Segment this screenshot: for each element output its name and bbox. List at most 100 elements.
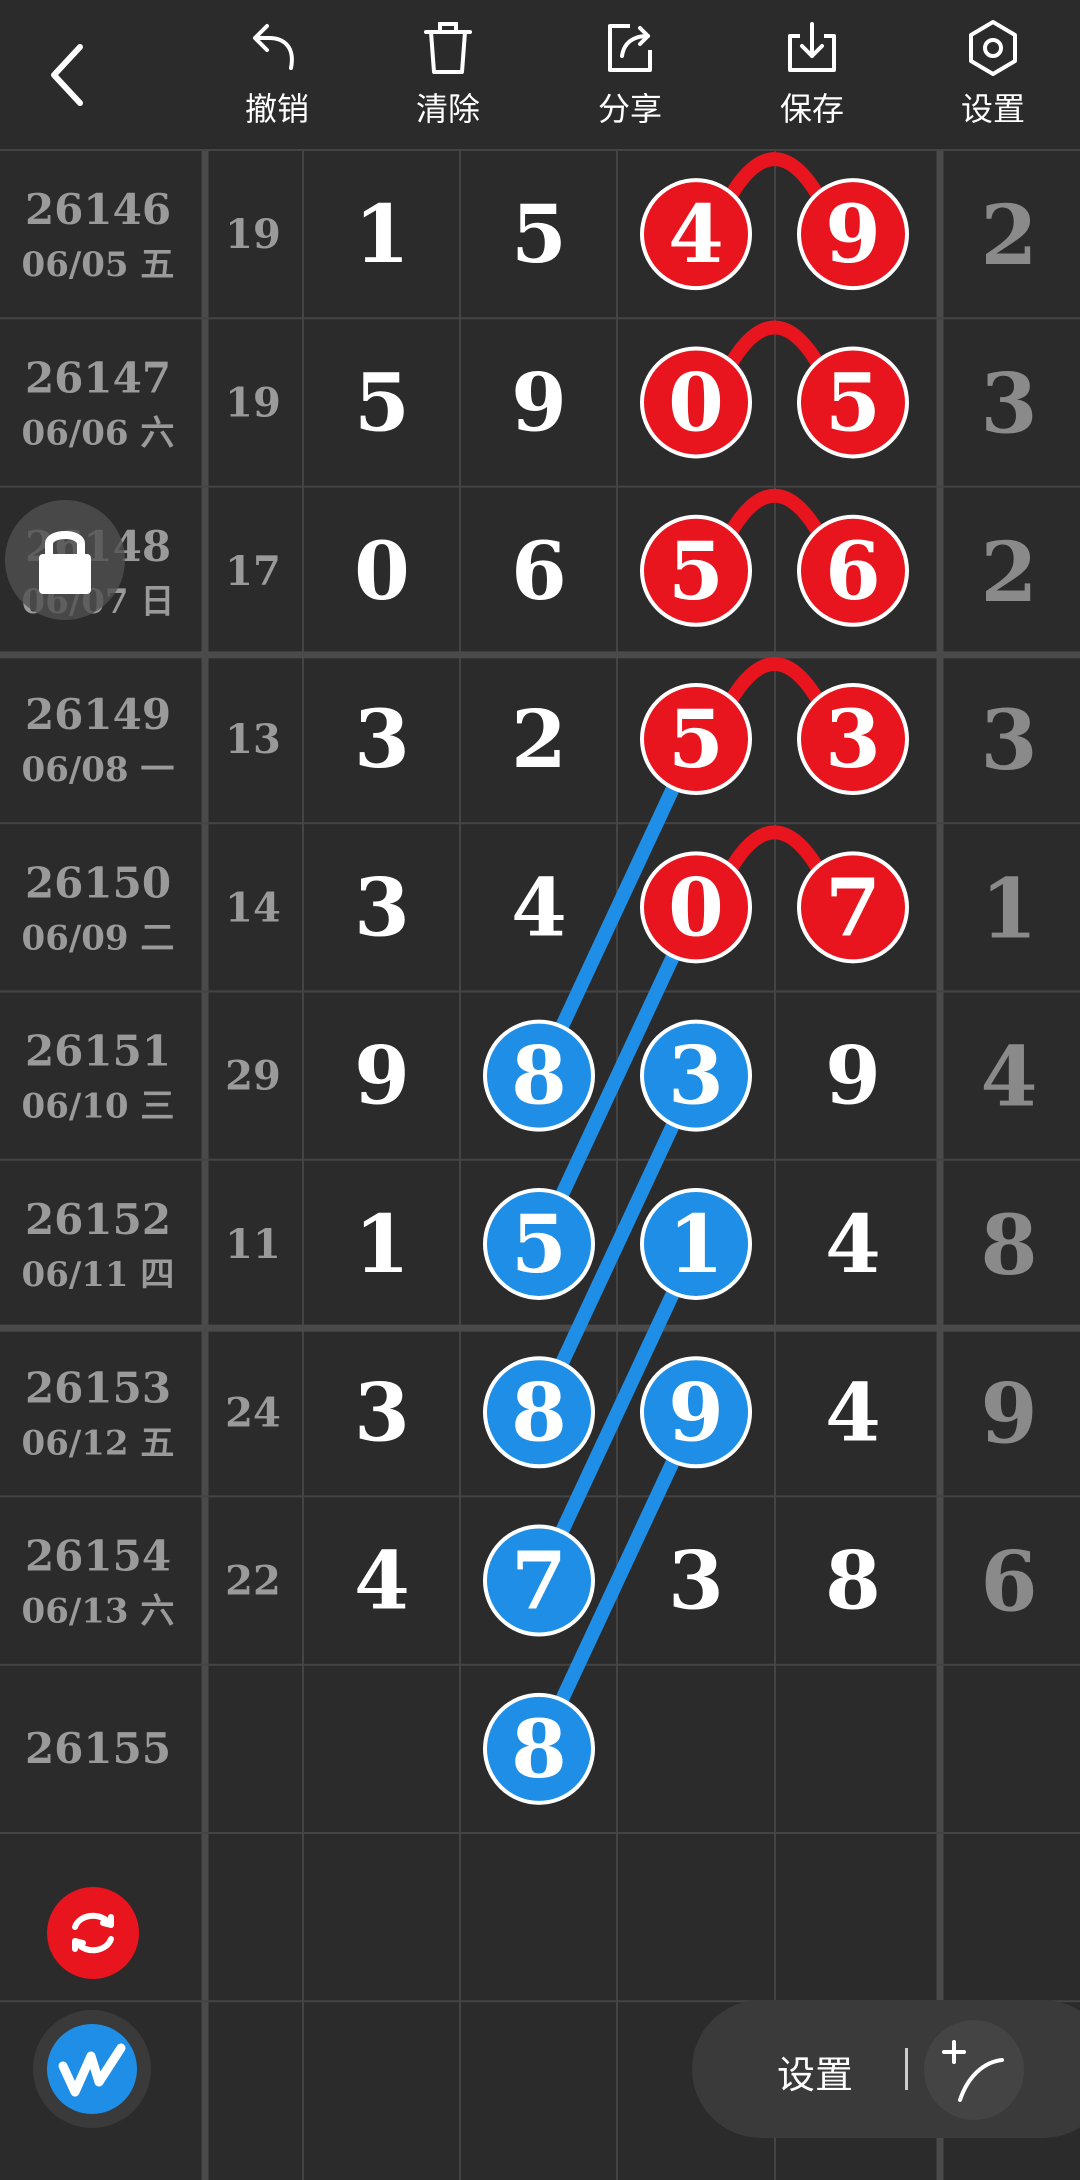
draw-line-button[interactable] <box>924 2020 1024 2120</box>
draw-date: 06/11 四 <box>22 1255 175 1295</box>
red-ball[interactable]: 3 <box>797 683 909 796</box>
blue-ball[interactable]: 7 <box>483 1524 595 1637</box>
tail-value: 3 <box>980 356 1037 452</box>
draw-date: 06/05 五 <box>22 245 175 285</box>
ball-digit: 9 <box>668 1365 724 1459</box>
trend-board: 2614606/05 五19154922614706/06 六195905326… <box>0 149 1080 2180</box>
draw-curve-icon <box>942 2040 1004 2102</box>
issue-number: 26146 <box>25 185 171 234</box>
ball-digit: 5 <box>668 524 724 618</box>
digit-cell[interactable]: 5 <box>354 355 410 449</box>
red-ball[interactable]: 0 <box>640 346 752 459</box>
digit-cell[interactable]: 3 <box>354 692 410 786</box>
draw-settings-label[interactable]: 设置 <box>777 2044 853 2099</box>
tail-value: 8 <box>980 1198 1037 1294</box>
brand-logo-button[interactable] <box>33 2010 151 2128</box>
ball-digit: 8 <box>511 1029 567 1123</box>
grid-lines <box>0 149 1080 2180</box>
tail-value: 6 <box>980 1535 1037 1631</box>
ball-digit: 3 <box>825 692 881 786</box>
refresh-icon <box>72 1912 114 1954</box>
pill-divider <box>905 2048 908 2090</box>
digit-cell[interactable]: 4 <box>825 1197 881 1291</box>
tail-value: 9 <box>980 1366 1037 1462</box>
blue-ball[interactable]: 8 <box>483 1019 595 1132</box>
sum-value: 29 <box>225 1053 281 1100</box>
blue-ball[interactable]: 5 <box>483 1187 595 1300</box>
sum-value: 19 <box>225 379 281 426</box>
issue-number: 26152 <box>25 1195 171 1244</box>
tail-value: 2 <box>980 525 1037 621</box>
digit-cell[interactable]: 9 <box>354 1029 410 1123</box>
digit-cell[interactable]: 6 <box>511 524 567 618</box>
sum-value: 17 <box>225 548 281 595</box>
draw-date: 06/08 一 <box>22 750 175 790</box>
brand-logo-icon <box>47 2024 137 2114</box>
refresh-button[interactable] <box>47 1887 139 1979</box>
ball-digit: 8 <box>511 1702 567 1796</box>
sum-value: 19 <box>225 211 281 258</box>
draw-date: 06/06 六 <box>22 413 175 453</box>
digit-cell[interactable]: 4 <box>354 1534 410 1628</box>
ball-digit: 6 <box>825 524 881 618</box>
blue-ball[interactable]: 3 <box>640 1019 752 1132</box>
ball-digit: 8 <box>511 1365 567 1459</box>
lock-button[interactable] <box>5 500 125 620</box>
blue-ball[interactable]: 8 <box>483 1692 595 1805</box>
red-ball[interactable]: 6 <box>797 514 909 627</box>
ball-digit: 3 <box>668 1029 724 1123</box>
ball-digit: 7 <box>511 1534 567 1628</box>
issue-number: 26153 <box>25 1363 171 1412</box>
draw-settings-pill[interactable]: 设置 <box>692 2000 1080 2138</box>
digit-cell[interactable]: 3 <box>668 1534 724 1628</box>
blue-ball[interactable]: 9 <box>640 1356 752 1469</box>
red-ball[interactable]: 5 <box>640 683 752 796</box>
issue-number: 26150 <box>25 858 171 907</box>
issue-number: 26149 <box>25 690 171 739</box>
red-ball[interactable]: 9 <box>797 178 909 291</box>
red-ball[interactable]: 5 <box>797 346 909 459</box>
digit-cell[interactable]: 3 <box>354 1365 410 1459</box>
sum-value: 11 <box>225 1221 281 1268</box>
ball-digit: 9 <box>825 187 881 281</box>
red-ball[interactable]: 7 <box>797 851 909 964</box>
digit-cell[interactable]: 9 <box>511 355 567 449</box>
tail-value: 1 <box>980 861 1037 957</box>
ball-digit: 0 <box>668 355 724 449</box>
sum-value: 22 <box>225 1558 281 1605</box>
sum-value: 24 <box>225 1389 281 1436</box>
issue-number: 26147 <box>25 353 171 402</box>
tail-value: 4 <box>980 1030 1037 1126</box>
draw-date: 06/12 五 <box>22 1423 175 1463</box>
draw-date: 06/10 三 <box>22 1087 175 1127</box>
digit-cell[interactable]: 3 <box>354 860 410 954</box>
issue-number: 26155 <box>25 1724 171 1773</box>
draw-date: 06/13 六 <box>22 1592 175 1632</box>
digit-cell[interactable]: 0 <box>354 524 410 618</box>
ball-digit: 7 <box>825 860 881 954</box>
digit-cell[interactable]: 4 <box>825 1365 881 1459</box>
red-ball[interactable]: 0 <box>640 851 752 964</box>
digit-cell[interactable]: 8 <box>825 1534 881 1628</box>
sum-value: 13 <box>225 716 281 763</box>
ball-digit: 0 <box>668 860 724 954</box>
draw-date: 06/09 二 <box>22 918 175 958</box>
tail-value: 2 <box>980 188 1037 284</box>
digit-cell[interactable]: 5 <box>511 187 567 281</box>
sum-value: 14 <box>225 884 281 931</box>
lock-icon <box>39 531 91 594</box>
ball-digit: 1 <box>668 1197 724 1291</box>
red-ball[interactable]: 5 <box>640 514 752 627</box>
issue-number: 26151 <box>25 1027 171 1076</box>
red-ball[interactable]: 4 <box>640 178 752 291</box>
ball-digit: 5 <box>825 355 881 449</box>
digit-cell[interactable]: 4 <box>511 860 567 954</box>
blue-ball[interactable]: 8 <box>483 1356 595 1469</box>
ball-digit: 5 <box>511 1197 567 1291</box>
digit-cell[interactable]: 1 <box>354 1197 410 1291</box>
blue-ball[interactable]: 1 <box>640 1187 752 1300</box>
issue-number: 26154 <box>25 1532 171 1581</box>
digit-cell[interactable]: 2 <box>511 692 567 786</box>
digit-cell[interactable]: 9 <box>825 1029 881 1123</box>
digit-cell[interactable]: 1 <box>354 187 410 281</box>
